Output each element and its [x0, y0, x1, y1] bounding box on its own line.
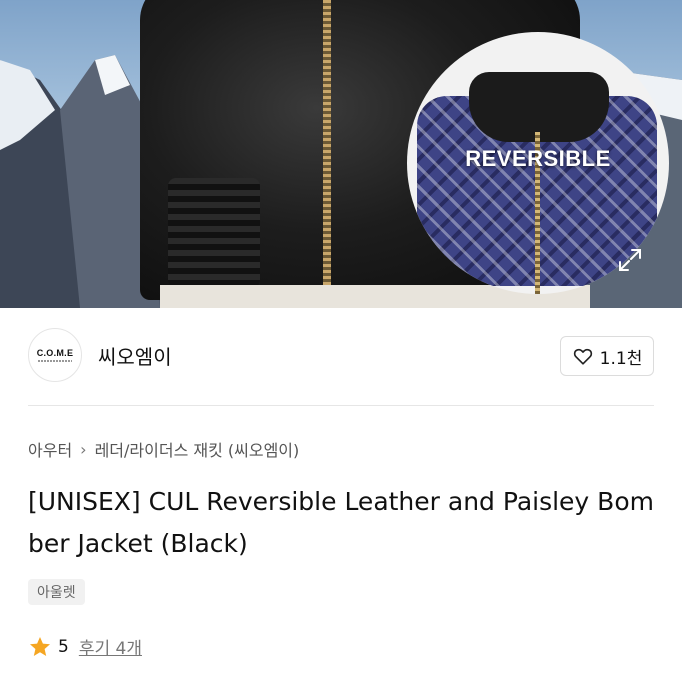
brand-name[interactable]: 씨오엠이: [98, 341, 172, 370]
expand-icon[interactable]: [616, 246, 644, 274]
chevron-right-icon: ›: [80, 439, 87, 459]
divider: [28, 405, 654, 406]
brand-logo[interactable]: C.O.M.E: [28, 328, 82, 382]
product-hero-image[interactable]: REVERSIBLE: [0, 0, 682, 308]
jacket-zipper: [323, 0, 331, 300]
breadcrumb-item-category[interactable]: 레더/라이더스 재킷 (씨오엠이): [95, 437, 300, 461]
breadcrumb: 아우터 › 레더/라이더스 재킷 (씨오엠이): [28, 437, 299, 461]
breadcrumb-item-outer[interactable]: 아우터: [28, 437, 72, 461]
reversible-label: REVERSIBLE: [465, 146, 611, 171]
like-count: 1.1천: [599, 348, 643, 369]
rating-score: 5: [58, 636, 69, 657]
heart-icon: [573, 348, 592, 365]
outlet-tag: 아울렛: [28, 579, 85, 605]
like-button[interactable]: 1.1천: [560, 336, 654, 376]
brand-logo-text: C.O.M.E: [36, 348, 74, 358]
star-icon: [30, 636, 50, 656]
brand-logo-underline: [38, 360, 72, 362]
rating-row: 5 후기 4개: [28, 634, 142, 659]
product-title: [UNISEX] CUL Reversible Leather and Pais…: [28, 487, 654, 558]
reviews-link[interactable]: 후기 4개: [79, 634, 142, 659]
jacket-cuff: [168, 178, 260, 288]
